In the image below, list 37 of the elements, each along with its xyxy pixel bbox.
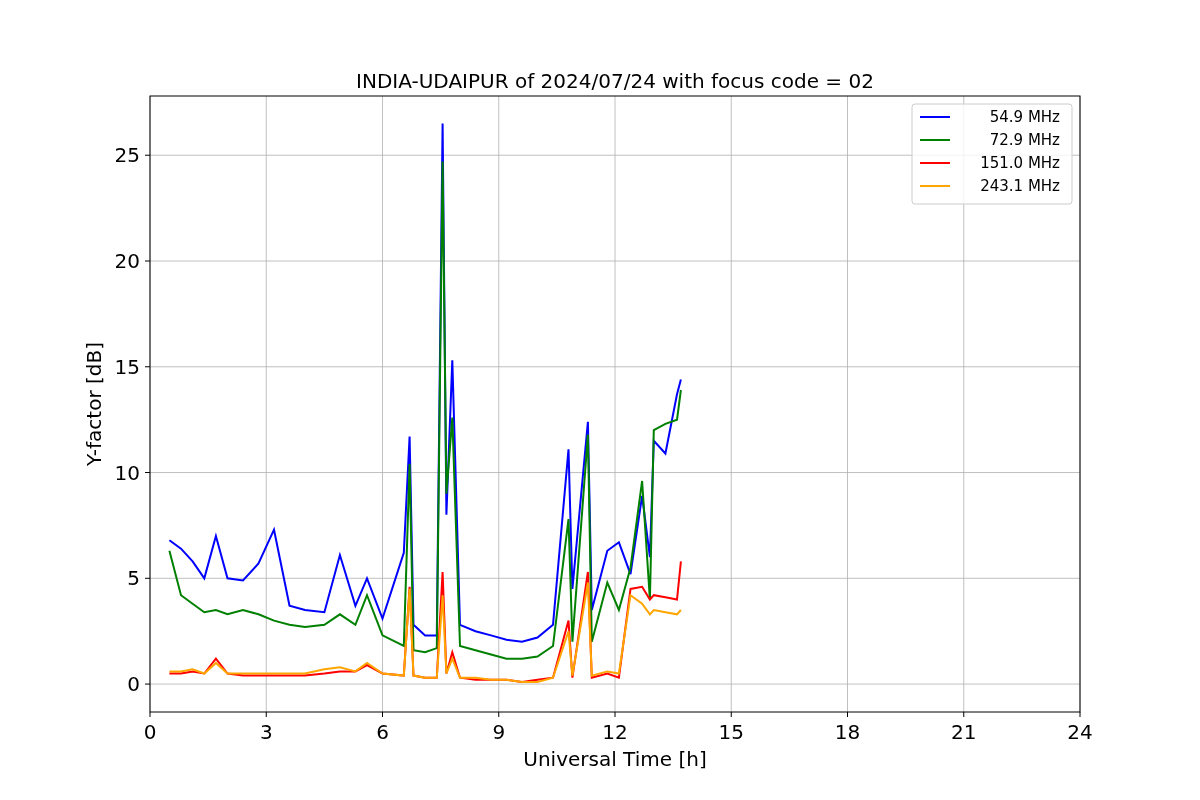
- tick-label: 25: [114, 143, 140, 168]
- tick-label: 0: [143, 720, 157, 744]
- tick-mark: [265, 711, 267, 718]
- x-axis-label: Universal Time [h]: [523, 747, 707, 771]
- tick-mark: [963, 711, 965, 718]
- tick-mark: [144, 683, 151, 685]
- tick-mark: [382, 711, 383, 718]
- tick-label: 10: [114, 460, 140, 485]
- tick-mark: [498, 711, 500, 718]
- tick-mark: [144, 154, 151, 156]
- tick-label: 20: [114, 249, 140, 273]
- tick-label: 21: [951, 720, 977, 744]
- tick-label: 5: [127, 566, 140, 591]
- tick-label: 24: [1067, 720, 1093, 744]
- tick-mark: [1079, 711, 1081, 718]
- tick-mark: [847, 711, 848, 718]
- tick-label: 0: [127, 672, 140, 697]
- tick-label: 3: [259, 720, 273, 744]
- tick-mark: [730, 711, 732, 718]
- legend-label: 54.9 MHz: [989, 108, 1060, 126]
- tick-mark: [144, 472, 151, 474]
- legend-label: 243.1 MHz: [980, 177, 1060, 195]
- tick-mark: [144, 260, 151, 262]
- legend-label: 72.9 MHz: [989, 131, 1060, 149]
- y-axis-label: Y-factor [dB]: [82, 342, 106, 466]
- tick-label: 12: [602, 720, 628, 744]
- tick-label: 18: [834, 720, 861, 744]
- tick-label: 15: [718, 720, 744, 744]
- legend-label: 151.0 MHz: [980, 154, 1060, 172]
- tick-mark: [614, 711, 616, 718]
- tick-label: 6: [376, 720, 389, 744]
- tick-mark: [144, 366, 151, 368]
- tick-label: 15: [114, 354, 140, 379]
- tick-mark: [149, 711, 151, 718]
- tick-mark: [144, 577, 151, 579]
- tick-label: 9: [492, 720, 506, 744]
- chart-title: INDIA-UDAIPUR of 2024/07/24 with focus code = 02: [356, 69, 874, 93]
